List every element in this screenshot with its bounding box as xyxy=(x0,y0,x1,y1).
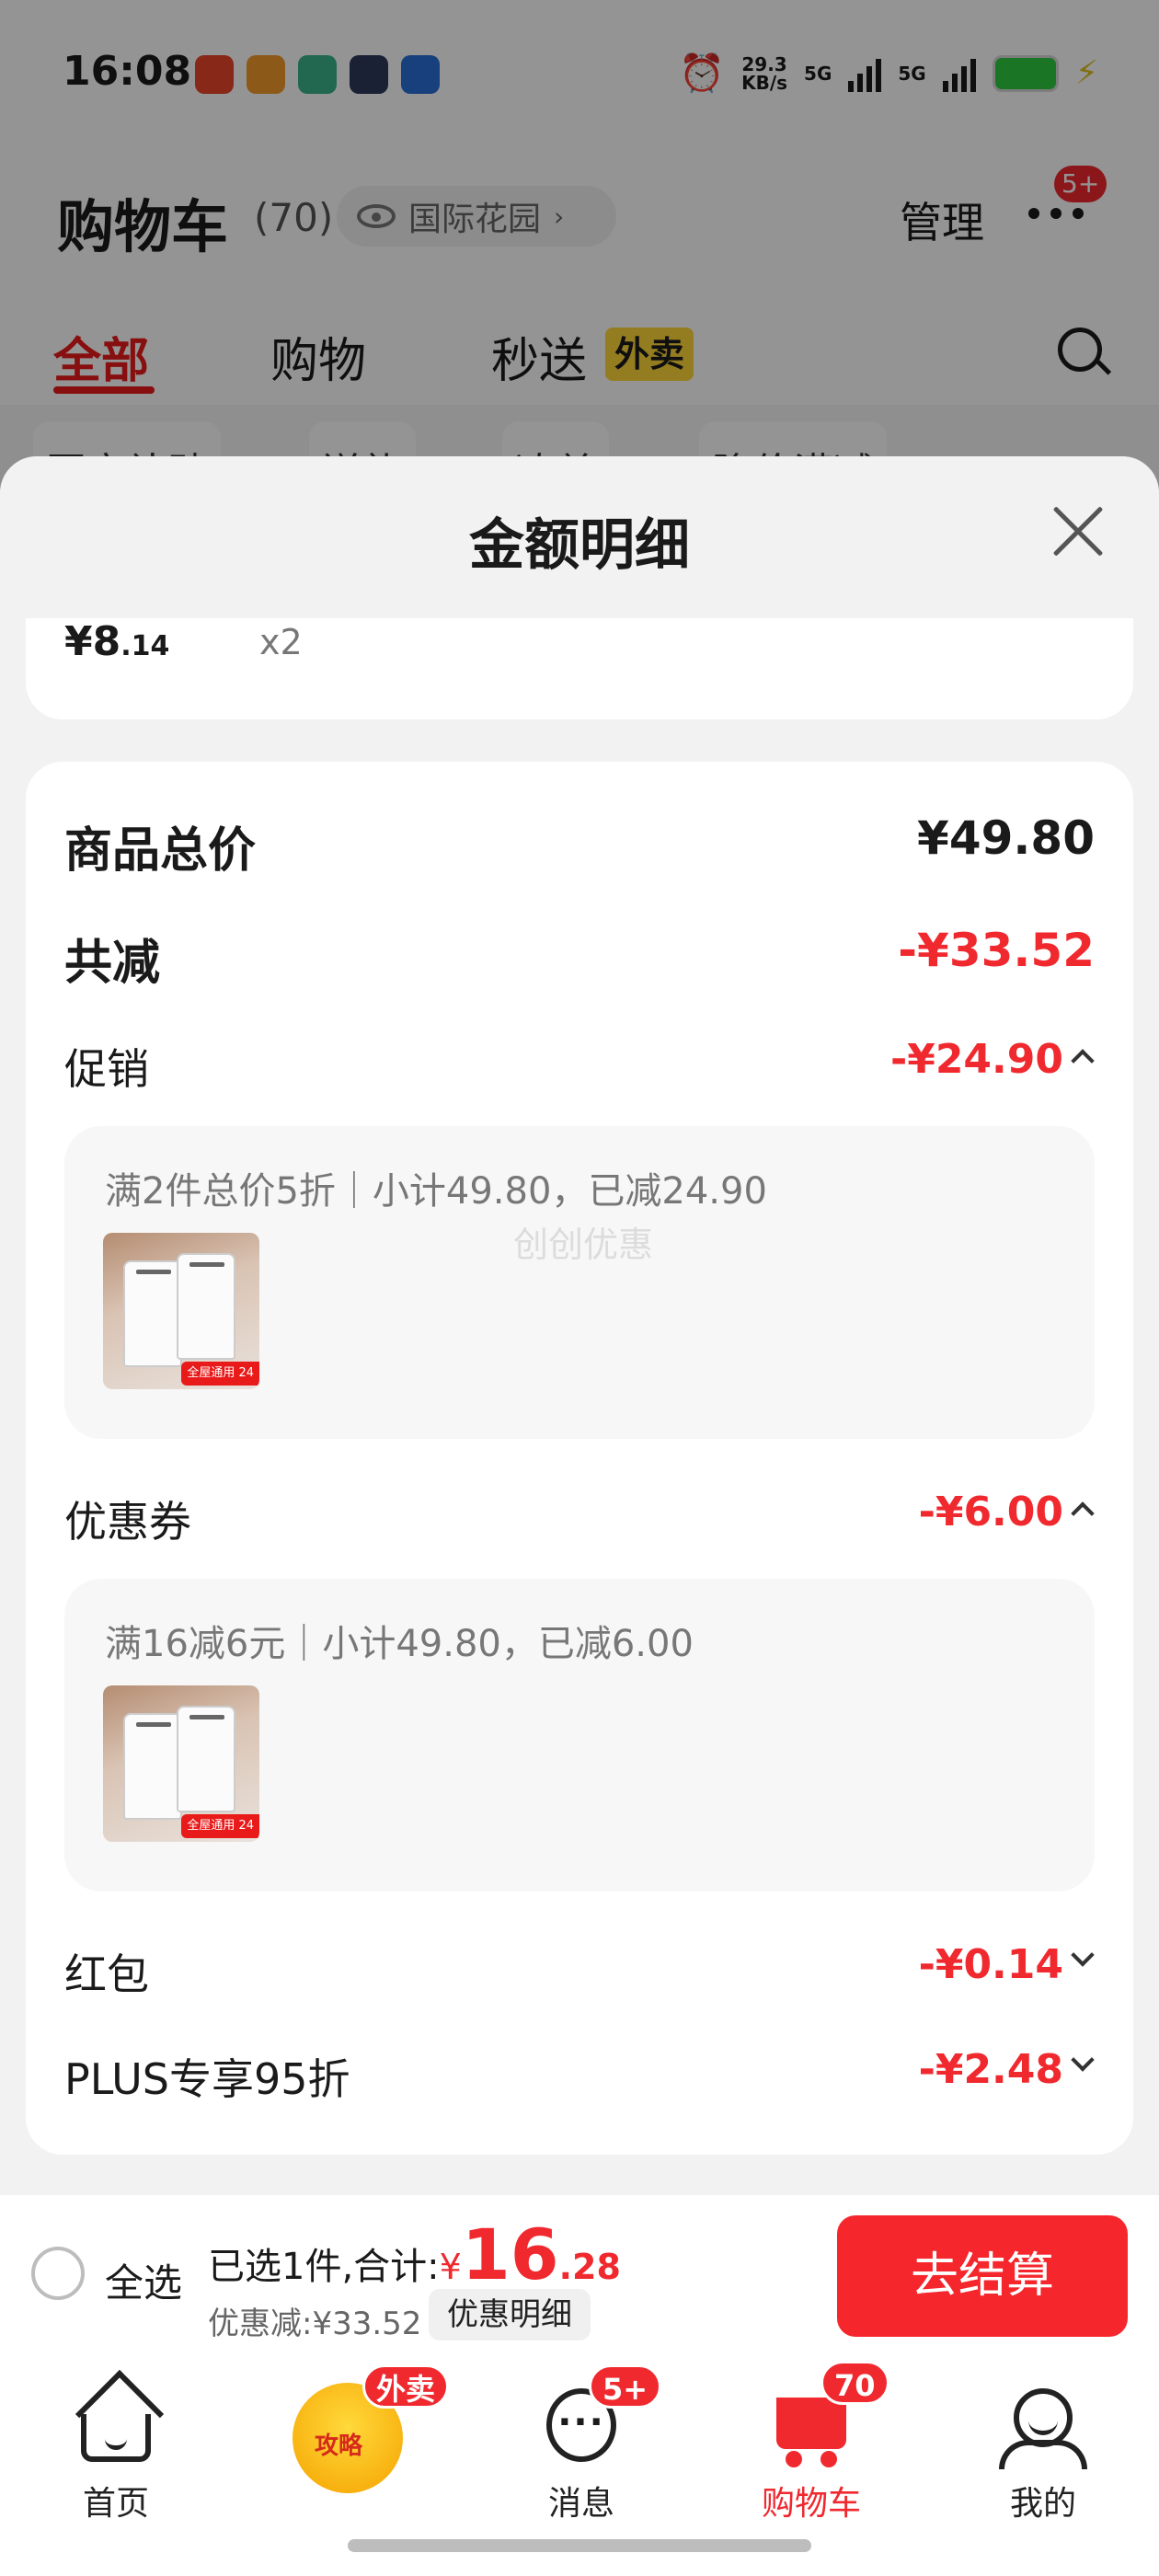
discount-detail-button[interactable]: 优惠明细 xyxy=(429,2289,591,2340)
trash-bin-image xyxy=(177,1253,235,1360)
promo-label: 促销 xyxy=(64,1044,149,1094)
item-price: ¥8.14 xyxy=(64,618,169,665)
total-amount-int: 16 xyxy=(461,2214,559,2295)
home-indicator[interactable] xyxy=(348,2539,811,2552)
close-icon[interactable] xyxy=(1050,504,1106,559)
trash-bin-image xyxy=(123,1713,182,1820)
discount-summary: 优惠减:¥33.52 xyxy=(208,2306,422,2342)
select-all-label[interactable]: 全选 xyxy=(105,2252,182,2308)
redpacket-label: 红包 xyxy=(64,1949,149,1999)
coupon-label: 优惠券 xyxy=(64,1497,191,1547)
item-summary-card: ¥8.14 x2 xyxy=(26,618,1133,719)
goods-total-value: ¥49.80 xyxy=(917,811,1095,865)
coupon-detail-box: 满16减6元｜小计49.80，已减6.00 全屋通用 24 xyxy=(64,1579,1095,1892)
guide-badge: 外卖 xyxy=(362,2364,450,2409)
total-reduction-row: 共减 -¥33.52 xyxy=(64,924,1095,997)
home-icon xyxy=(81,2414,151,2462)
checkout-bar: 全选 已选1件,合计:¥16.28 优惠减:¥33.52 优惠明细 去结算 xyxy=(0,2195,1159,2357)
tab-home[interactable]: 首页 xyxy=(24,2375,208,2532)
tab-me-label: 我的 xyxy=(1009,2485,1076,2523)
trash-bin-image xyxy=(177,1706,235,1812)
select-all-checkbox[interactable] xyxy=(31,2247,85,2300)
selected-prefix: 已选1件,合计: xyxy=(208,2246,440,2288)
thumbnail-tag: 全屋通用 24 xyxy=(181,1362,259,1386)
plus-discount-row[interactable]: PLUS专享95折 -¥2.48 xyxy=(64,2046,1095,2120)
item-price-int: ¥8 xyxy=(64,618,121,665)
promo-value: -¥24.90 xyxy=(889,1036,1063,1083)
guide-label: 攻略 xyxy=(315,2432,363,2460)
total-reduction-label: 共减 xyxy=(64,936,161,991)
tab-home-label: 首页 xyxy=(82,2485,149,2523)
cart-badge: 70 xyxy=(820,2361,889,2405)
tab-messages-label: 消息 xyxy=(547,2485,614,2523)
checkout-button[interactable]: 去结算 xyxy=(837,2215,1128,2337)
product-thumbnail[interactable]: 全屋通用 24 xyxy=(103,1233,259,1389)
redpacket-value: -¥0.14 xyxy=(918,1941,1063,1988)
promo-detail-box: 满2件总价5折｜小计49.80，已减24.90 创创优惠 全屋通用 24 xyxy=(64,1126,1095,1439)
item-quantity: x2 xyxy=(259,622,303,662)
messages-badge: 5+ xyxy=(589,2364,662,2409)
total-reduction-value: -¥33.52 xyxy=(898,924,1095,977)
goods-total-row: 商品总价 ¥49.80 xyxy=(64,811,1095,885)
price-breakdown-card: 商品总价 ¥49.80 共减 -¥33.52 促销 -¥24.90 满2件总价5… xyxy=(26,762,1133,2155)
cart-icon xyxy=(776,2398,846,2467)
watermark-text: 创创优惠 xyxy=(513,1225,654,1265)
promo-row[interactable]: 促销 -¥24.90 xyxy=(64,1036,1095,1110)
plus-discount-label: PLUS专享95折 xyxy=(64,2054,350,2104)
coupon-detail-text: 满16减6元｜小计49.80，已减6.00 xyxy=(105,1623,694,1665)
trash-bin-image xyxy=(123,1260,182,1367)
chevron-down-icon xyxy=(1071,2048,1095,2072)
sheet-title: 金额明细 xyxy=(469,513,690,578)
total-currency: ¥ xyxy=(439,2247,462,2287)
chevron-down-icon xyxy=(1071,1943,1095,1967)
selected-total: 已选1件,合计:¥16.28 xyxy=(208,2214,621,2295)
amount-detail-sheet: 金额明细 ¥8.14 x2 商品总价 ¥49.80 共减 -¥33.52 促销 … xyxy=(0,456,1159,2195)
item-price-dec: .14 xyxy=(120,630,170,662)
goods-total-label: 商品总价 xyxy=(64,823,257,879)
tab-cart-label: 购物车 xyxy=(761,2485,861,2523)
coupon-value: -¥6.00 xyxy=(918,1489,1063,1535)
redpacket-row[interactable]: 红包 -¥0.14 xyxy=(64,1941,1095,2015)
total-amount-dec: .28 xyxy=(558,2247,621,2287)
chevron-up-icon xyxy=(1071,1049,1095,1073)
tab-me[interactable]: 我的 xyxy=(951,2375,1135,2532)
coupon-row[interactable]: 优惠券 -¥6.00 xyxy=(64,1489,1095,1562)
thumbnail-tag: 全屋通用 24 xyxy=(181,1814,259,1838)
promo-detail-text: 满2件总价5折｜小计49.80，已减24.90 xyxy=(105,1170,767,1213)
sheet-header: 金额明细 xyxy=(0,456,1159,618)
product-thumbnail[interactable]: 全屋通用 24 xyxy=(103,1685,259,1842)
user-icon xyxy=(1014,2388,1073,2447)
chevron-up-icon xyxy=(1071,1501,1095,1525)
user-icon-body xyxy=(999,2440,1087,2469)
plus-discount-value: -¥2.48 xyxy=(918,2046,1063,2093)
